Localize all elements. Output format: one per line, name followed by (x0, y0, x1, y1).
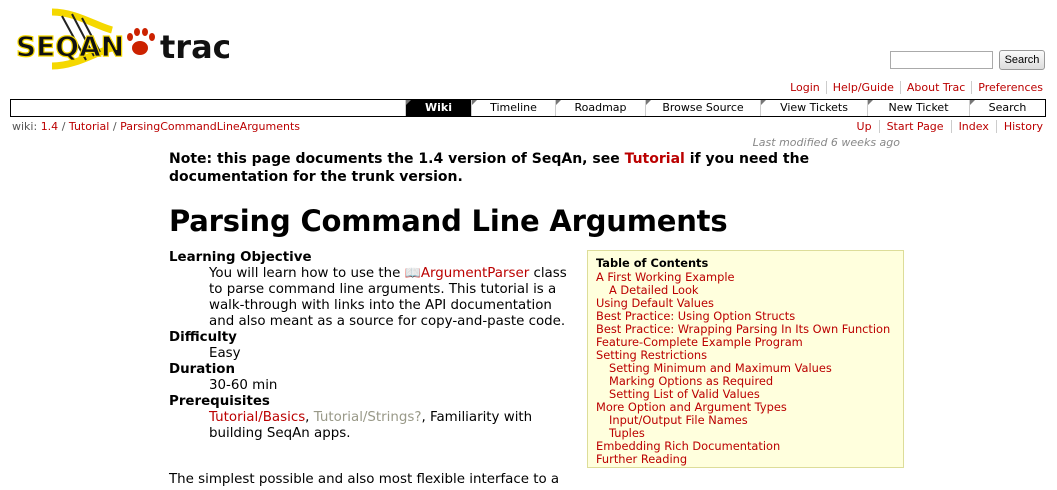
book-icon: 📖 (404, 266, 421, 281)
learning-objective-term: Learning Objective (169, 250, 312, 265)
help-guide-link[interactable]: Help/Guide (825, 81, 900, 94)
about-trac-link[interactable]: About Trac (899, 81, 971, 94)
prereq-sep: , (305, 410, 314, 425)
toc-link[interactable]: Further Reading (596, 452, 687, 466)
toc-link[interactable]: Setting Minimum and Maximum Values (609, 361, 832, 375)
tab-view-tickets[interactable]: View Tickets (760, 100, 867, 116)
learning-objective-value: You will learn how to use the 📖ArgumentP… (209, 266, 569, 330)
tab-timeline[interactable]: Timeline (471, 100, 555, 116)
table-of-contents: Table of Contents A First Working Exampl… (587, 250, 904, 468)
version-note: Note: this page documents the 1.4 versio… (169, 150, 904, 186)
toc-link[interactable]: A First Working Example (596, 270, 735, 284)
wiki-content: Note: this page documents the 1.4 versio… (169, 150, 904, 238)
tab-roadmap[interactable]: Roadmap (555, 100, 645, 116)
seqan-trac-logo[interactable]: SEQAN trac (14, 8, 232, 70)
tutorial-link[interactable]: Tutorial (625, 151, 685, 167)
objective-text: You will learn how to use the (209, 266, 405, 281)
tutorial-basics-link[interactable]: Tutorial/Basics (209, 410, 305, 425)
page-title: Parsing Command Line Arguments (169, 204, 728, 238)
argumentparser-link[interactable]: ArgumentParser (421, 266, 529, 281)
logo-graphic: SEQAN trac (15, 8, 232, 70)
prerequisites-term: Prerequisites (169, 394, 270, 409)
toc-link[interactable]: Tuples (609, 426, 645, 440)
meta-nav: Login Help/Guide About Trac Preferences (784, 81, 1043, 94)
index-link[interactable]: Index (950, 120, 996, 133)
svg-text:SEQAN: SEQAN (16, 30, 124, 63)
toc-link[interactable]: Best Practice: Wrapping Parsing In Its O… (596, 322, 890, 336)
search-button[interactable]: Search (999, 50, 1045, 70)
svg-text:trac: trac (160, 28, 229, 66)
breadcrumb-item[interactable]: 1.4 (41, 120, 59, 133)
tutorial-meta: Learning Objective You will learn how to… (169, 250, 569, 442)
tab-new-ticket[interactable]: New Ticket (867, 100, 969, 116)
toc-link[interactable]: Setting List of Valid Values (609, 387, 760, 401)
toc-link[interactable]: A Detailed Look (609, 283, 699, 297)
difficulty-term: Difficulty (169, 330, 237, 345)
context-nav: Up Start Page Index History (850, 120, 1043, 133)
paw-icon (127, 28, 155, 55)
breadcrumb-item[interactable]: Tutorial (69, 120, 109, 133)
tab-search[interactable]: Search (969, 100, 1045, 116)
start-page-link[interactable]: Start Page (878, 120, 951, 133)
main-nav: Wiki Timeline Roadmap Browse Source View… (10, 99, 1046, 117)
toc-title: Table of Contents (596, 256, 709, 270)
preferences-link[interactable]: Preferences (971, 81, 1043, 94)
tutorial-strings-link[interactable]: Tutorial/Strings? (314, 410, 422, 425)
toc-link[interactable]: More Option and Argument Types (596, 400, 787, 414)
breadcrumb-separator: / (112, 120, 117, 133)
login-link[interactable]: Login (784, 81, 826, 94)
breadcrumb: wiki: 1.4 / Tutorial / ParsingCommandLin… (12, 120, 300, 133)
breadcrumb-item[interactable]: ParsingCommandLineArguments (120, 120, 300, 133)
history-link[interactable]: History (995, 120, 1043, 133)
prerequisites-value: Tutorial/Basics, Tutorial/Strings?, Fami… (209, 410, 569, 442)
breadcrumb-prefix: wiki: (12, 120, 38, 133)
search-input[interactable] (890, 51, 993, 69)
toc-link[interactable]: Best Practice: Using Option Structs (596, 309, 795, 323)
tab-wiki[interactable]: Wiki (405, 100, 471, 116)
up-link[interactable]: Up (850, 120, 879, 133)
difficulty-value: Easy (209, 346, 241, 361)
tab-browse-source[interactable]: Browse Source (645, 100, 760, 116)
toc-link[interactable]: Input/Output File Names (609, 413, 748, 427)
toc-link[interactable]: Using Default Values (596, 296, 714, 310)
toc-link[interactable]: Setting Restrictions (596, 348, 707, 362)
duration-value: 30-60 min (209, 378, 278, 393)
note-text: Note: this page documents the 1.4 versio… (169, 151, 625, 167)
last-modified: Last modified 6 weeks ago (752, 136, 900, 149)
duration-term: Duration (169, 362, 236, 377)
intro-paragraph: The simplest possible and also most flex… (169, 472, 560, 487)
breadcrumb-separator: / (61, 120, 66, 133)
toc-link[interactable]: Feature-Complete Example Program (596, 335, 803, 349)
toc-link[interactable]: Embedding Rich Documentation (596, 439, 780, 453)
toc-link[interactable]: Marking Options as Required (609, 374, 773, 388)
toc-list: A First Working Example A Detailed Look Us… (596, 271, 895, 466)
toc-item: Further Reading (596, 453, 895, 466)
main-nav-spacer (11, 100, 405, 116)
